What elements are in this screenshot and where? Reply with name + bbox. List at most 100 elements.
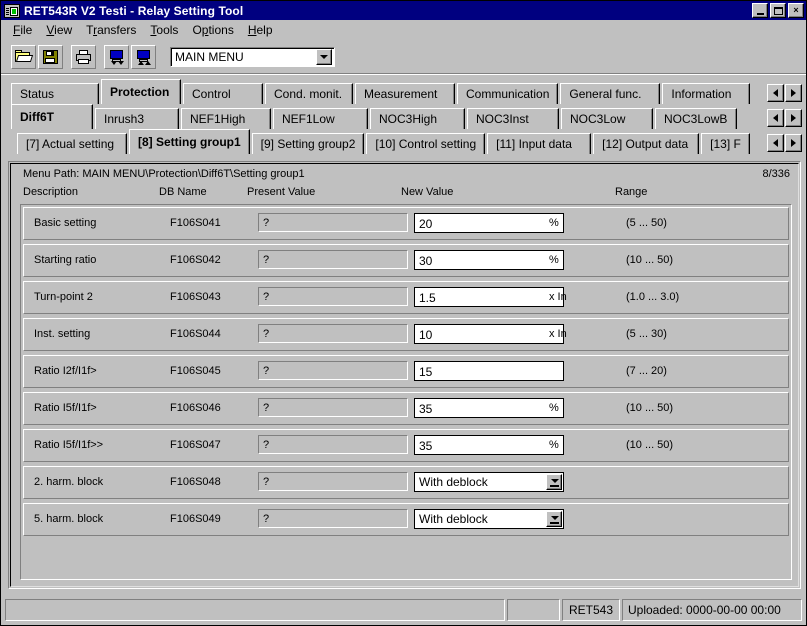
tab-noc3lowb[interactable]: NOC3LowB: [655, 108, 737, 129]
parameter-page-tabs: [7] Actual setting [8] Setting group1 [9…: [5, 129, 804, 154]
menu-bar: File View Transfers Tools Options Help: [1, 20, 806, 40]
setting-description: Ratio I2f/I1f>: [34, 365, 97, 377]
setting-unit: %: [549, 402, 559, 414]
menu-file[interactable]: File: [6, 21, 39, 39]
title-bar: RET543R V2 Testi - Relay Setting Tool ×: [1, 1, 806, 20]
setting-unit: %: [549, 254, 559, 266]
print-button[interactable]: [71, 44, 96, 69]
upload-from-relay-icon: [135, 49, 153, 65]
setting-row: Ratio I5f/I1f> F106S046 ? 35 % (10 ... 5…: [23, 392, 789, 425]
new-value-input[interactable]: 15: [414, 361, 564, 381]
tab-noc3low[interactable]: NOC3Low: [561, 108, 653, 129]
scroll-left-button[interactable]: [767, 134, 784, 152]
setting-row: 5. harm. block F106S049 ? With deblock: [23, 503, 789, 536]
main-menu-combo[interactable]: MAIN MENU: [170, 46, 335, 67]
setting-row: Basic setting F106S041 ? 20 % (5 ... 50): [23, 207, 789, 240]
tab-setting-group1[interactable]: [8] Setting group1: [129, 129, 250, 154]
tab-measurement[interactable]: Measurement: [355, 83, 455, 104]
new-value-select[interactable]: With deblock: [414, 509, 564, 529]
setting-db-name: F106S048: [170, 476, 221, 488]
tab-nef1high[interactable]: NEF1High: [181, 108, 271, 129]
tab-13-truncated[interactable]: [13] F: [701, 133, 750, 154]
setting-description: Turn-point 2: [34, 291, 93, 303]
tab-information[interactable]: Information: [662, 83, 751, 104]
new-value-select[interactable]: With deblock: [414, 472, 564, 492]
present-value-field: ?: [258, 509, 408, 528]
tab-cond-monit[interactable]: Cond. monit.: [265, 83, 353, 104]
upload-button[interactable]: [131, 44, 156, 69]
new-value-input[interactable]: 35: [414, 398, 564, 418]
menu-options[interactable]: Options: [185, 21, 240, 39]
new-value-input[interactable]: 1.5: [414, 287, 564, 307]
status-small-pane: [507, 599, 560, 621]
status-device: RET543: [562, 599, 620, 621]
tab-setting-group2[interactable]: [9] Setting group2: [251, 133, 365, 154]
present-value-field: ?: [258, 287, 408, 306]
present-value-field: ?: [258, 250, 408, 269]
setting-description: 5. harm. block: [34, 513, 104, 525]
scroll-right-button[interactable]: [785, 109, 802, 127]
setting-db-name: F106S043: [170, 291, 221, 303]
present-value-field: ?: [258, 472, 408, 491]
tab-communication[interactable]: Communication: [457, 83, 559, 104]
setting-db-name: F106S045: [170, 365, 221, 377]
function-block-tabs: Diff6T Inrush3 NEF1High NEF1Low NOC3High…: [5, 104, 804, 129]
maximize-button[interactable]: [770, 3, 786, 18]
arrow-right-icon: [791, 114, 796, 122]
menu-transfers[interactable]: Transfers: [79, 21, 143, 39]
setting-row: Starting ratio F106S042 ? 30 % (10 ... 5…: [23, 244, 789, 277]
toolbar: MAIN MENU: [1, 40, 806, 74]
window-title: RET543R V2 Testi - Relay Setting Tool: [24, 3, 244, 18]
tab-output-data[interactable]: [12] Output data: [593, 133, 700, 154]
tab-nef1low[interactable]: NEF1Low: [273, 108, 368, 129]
tab-protection[interactable]: Protection: [101, 79, 181, 104]
menu-view[interactable]: View: [39, 21, 79, 39]
setting-unit: %: [549, 217, 559, 229]
new-value-input[interactable]: 35: [414, 435, 564, 455]
setting-range: (5 ... 30): [626, 328, 667, 340]
main-menu-combo-value: MAIN MENU: [175, 49, 244, 64]
save-button[interactable]: [38, 44, 63, 69]
tab-input-data[interactable]: [11] Input data: [487, 133, 592, 154]
tab-control-setting[interactable]: [10] Control setting: [366, 133, 486, 154]
tab-diff6t[interactable]: Diff6T: [11, 104, 93, 129]
new-value-select-value: With deblock: [419, 475, 488, 489]
new-value-input[interactable]: 30: [414, 250, 564, 270]
scroll-right-button[interactable]: [785, 84, 802, 102]
tab-status[interactable]: Status: [11, 83, 99, 104]
client-area: Status Protection Control Cond. monit. M…: [5, 79, 804, 594]
tab-control[interactable]: Control: [183, 83, 263, 104]
setting-range: (7 ... 20): [626, 365, 667, 377]
setting-range: (10 ... 50): [626, 439, 674, 451]
scroll-left-button[interactable]: [767, 84, 784, 102]
download-button[interactable]: [104, 44, 129, 69]
new-value-input[interactable]: 10: [414, 324, 564, 344]
open-button[interactable]: [11, 44, 36, 69]
tab-inrush3[interactable]: Inrush3: [95, 108, 179, 129]
setting-db-name: F106S042: [170, 254, 221, 266]
close-button[interactable]: ×: [788, 3, 804, 18]
present-value-field: ?: [258, 398, 408, 417]
arrow-right-icon: [791, 89, 796, 97]
parameter-page-tab-scroll: [766, 134, 802, 152]
menu-help[interactable]: Help: [241, 21, 280, 39]
tab-actual-setting[interactable]: [7] Actual setting: [17, 133, 127, 154]
column-header-new-value: New Value: [401, 186, 454, 198]
tab-noc3inst[interactable]: NOC3Inst: [467, 108, 559, 129]
save-icon: [42, 49, 60, 65]
tab-general-func[interactable]: General func.: [560, 83, 661, 104]
chevron-down-icon[interactable]: [546, 511, 562, 527]
download-to-relay-icon: [108, 49, 126, 65]
menu-tools[interactable]: Tools: [143, 21, 185, 39]
tab-noc3high[interactable]: NOC3High: [370, 108, 465, 129]
chevron-down-icon[interactable]: [316, 48, 332, 65]
scroll-left-button[interactable]: [767, 109, 784, 127]
minimize-button[interactable]: [752, 3, 768, 18]
function-group-tab-scroll: [766, 84, 802, 102]
setting-db-name: F106S041: [170, 217, 221, 229]
new-value-input[interactable]: 20: [414, 213, 564, 233]
print-icon: [75, 49, 93, 65]
chevron-down-icon[interactable]: [546, 474, 562, 490]
setting-range: (5 ... 50): [626, 217, 667, 229]
scroll-right-button[interactable]: [785, 134, 802, 152]
